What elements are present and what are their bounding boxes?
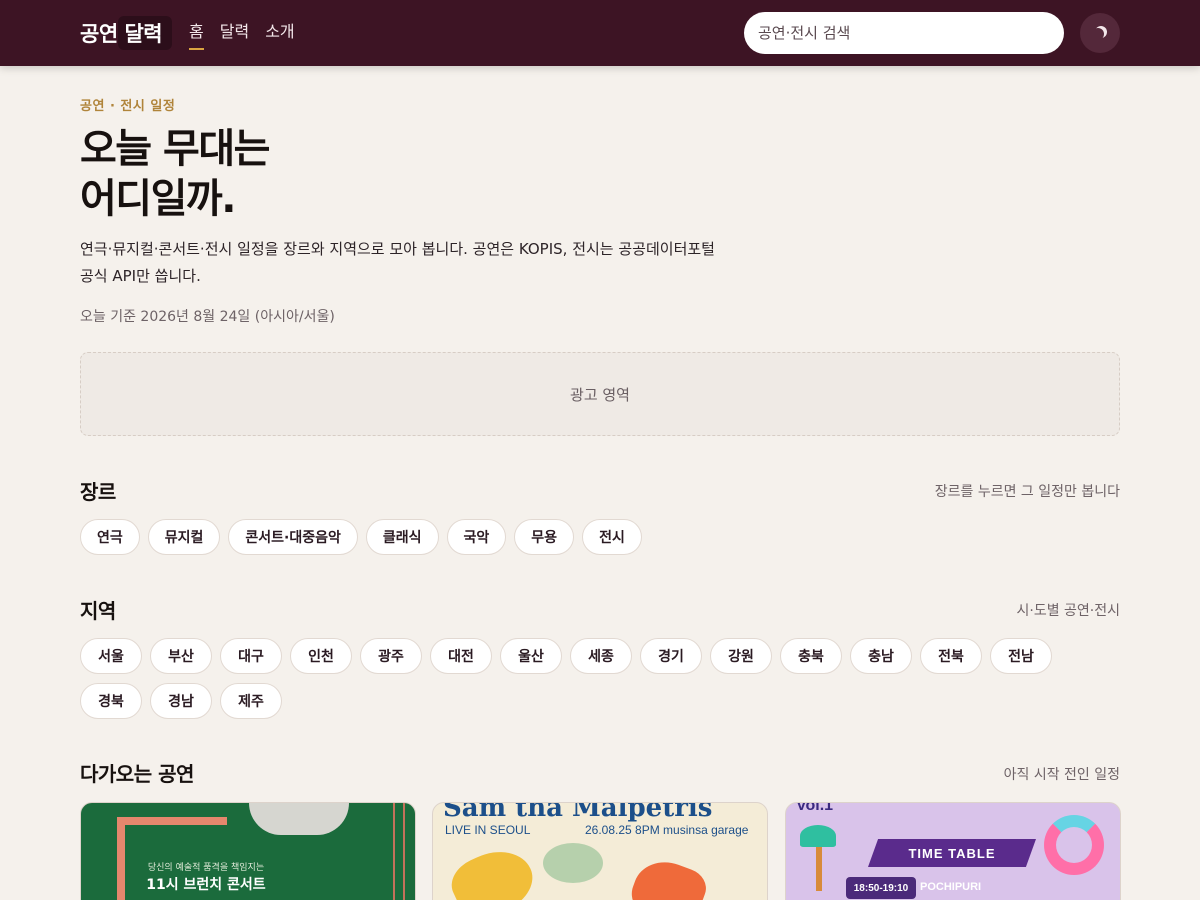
poster-text: POCHIPURI — [920, 881, 982, 893]
top-bar: 공연 달력 홈 달력 소개 — [0, 0, 1200, 66]
region-chip[interactable]: 대구 — [220, 638, 282, 674]
region-chip[interactable]: 서울 — [80, 638, 142, 674]
region-chip[interactable]: 제주 — [220, 683, 282, 719]
poster-text: 26.08.25 8PM musinsa garage — [585, 823, 749, 837]
genre-chip[interactable]: 콘서트·대중음악 — [228, 519, 358, 555]
region-chip[interactable]: 강원 — [710, 638, 772, 674]
nav-calendar[interactable]: 달력 — [220, 20, 249, 50]
genre-chip-list: 연극 뮤지컬 콘서트·대중음악 클래식 국악 무용 전시 — [80, 519, 1120, 555]
poster-text: Vol.1 — [796, 802, 834, 814]
poster-text: Sam tha Malpetris — [443, 802, 713, 823]
genre-section-note: 장르를 누르면 그 일정만 봅니다 — [934, 484, 1120, 500]
genre-chip[interactable]: 국악 — [446, 519, 507, 555]
region-chip[interactable]: 경남 — [150, 683, 212, 719]
poster-splash — [624, 852, 712, 900]
genre-chip[interactable]: 클래식 — [365, 519, 439, 555]
region-chip[interactable]: 경기 — [640, 638, 702, 674]
hero-eyebrow: 공연 · 전시 일정 — [80, 99, 176, 114]
poster-text: TIME TABLE — [868, 839, 1036, 867]
moon-icon — [1092, 28, 1104, 40]
region-chip[interactable]: 세종 — [570, 638, 632, 674]
region-section-note: 시·도별 공연·전시 — [1016, 603, 1120, 619]
genre-chip[interactable]: 뮤지컬 — [147, 519, 221, 555]
region-chip[interactable]: 대전 — [430, 638, 492, 674]
event-card[interactable]: 당신의 예술적 품격을 책임지는 11시 브런치 콘서트 — [80, 802, 416, 900]
theme-toggle-button[interactable] — [1080, 13, 1120, 53]
poster-stripe — [393, 803, 395, 900]
nav-about[interactable]: 소개 — [265, 20, 294, 50]
region-chip[interactable]: 부산 — [150, 638, 212, 674]
poster-text: 11시 브런치 콘서트 — [146, 877, 266, 893]
poster-text: 당신의 예술적 품격을 책임지는 — [147, 863, 265, 873]
upcoming-section-note: 아직 시작 전인 일정 — [1003, 767, 1120, 783]
region-section-title: 지역 — [80, 599, 116, 623]
hero-description: 연극·뮤지컬·콘서트·전시 일정을 장르와 지역으로 모아 봅니다. 공연은 K… — [80, 240, 715, 285]
region-chip-list: 서울 부산 대구 인천 광주 대전 울산 세종 경기 강원 충북 충남 전북 전… — [80, 638, 1120, 719]
region-chip[interactable]: 경북 — [80, 683, 142, 719]
region-chip[interactable]: 인천 — [290, 638, 352, 674]
poster-photo — [249, 803, 349, 835]
genre-section-title: 장르 — [80, 480, 116, 504]
poster-stripe — [403, 803, 405, 900]
region-chip[interactable]: 전남 — [990, 638, 1052, 674]
region-chip[interactable]: 전북 — [920, 638, 982, 674]
event-card[interactable]: Vol.1 TIME TABLE 18:50-19:10 POCHIPURI — [785, 802, 1121, 900]
swim-ring-icon — [1044, 815, 1104, 875]
ad-slot: 광고 영역 — [80, 352, 1120, 436]
region-chip[interactable]: 광주 — [360, 638, 422, 674]
poster-splash — [543, 843, 603, 883]
today-date: 오늘 기준 2026년 8월 24일 (아시아/서울) — [80, 309, 335, 325]
genre-chip[interactable]: 연극 — [80, 519, 140, 555]
palm-tree-icon — [800, 821, 836, 891]
poster-splash — [444, 838, 542, 900]
nav-home[interactable]: 홈 — [189, 20, 204, 50]
region-chip[interactable]: 충북 — [780, 638, 842, 674]
upcoming-card-list: 당신의 예술적 품격을 책임지는 11시 브런치 콘서트 Sam tha Mal… — [80, 802, 1121, 900]
poster-text: 18:50-19:10 — [846, 877, 916, 899]
poster-frame — [117, 817, 227, 825]
brand-logo[interactable]: 공연 달력 — [80, 16, 168, 50]
region-chip[interactable]: 충남 — [850, 638, 912, 674]
genre-chip[interactable]: 전시 — [582, 519, 642, 555]
event-card[interactable]: Sam tha Malpetris LIVE IN SEOUL 26.08.25… — [432, 802, 768, 900]
main-nav: 홈 달력 소개 — [189, 20, 295, 50]
poster-text: LIVE IN SEOUL — [445, 823, 531, 837]
genre-chip[interactable]: 무용 — [514, 519, 575, 555]
hero-title: 오늘 무대는 어디일까. — [80, 126, 270, 222]
search-input[interactable] — [744, 12, 1064, 54]
region-chip[interactable]: 울산 — [500, 638, 562, 674]
upcoming-section-title: 다가오는 공연 — [80, 762, 194, 786]
